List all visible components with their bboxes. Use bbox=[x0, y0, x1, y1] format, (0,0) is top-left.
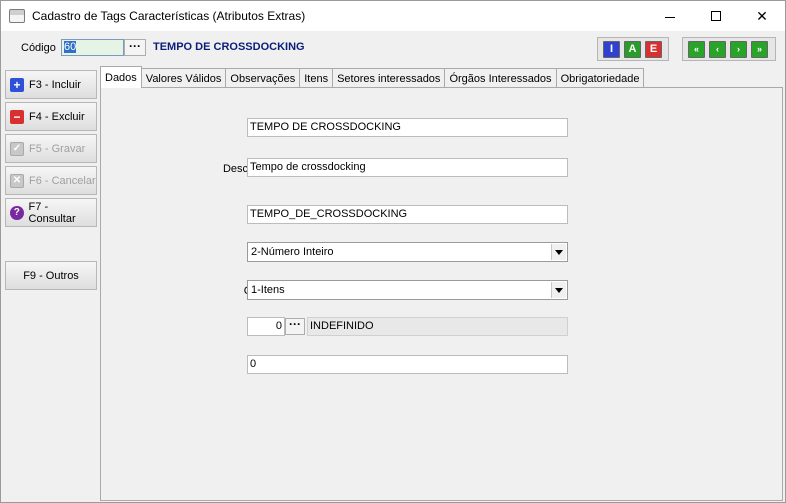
tab-itens[interactable]: Itens bbox=[299, 68, 334, 88]
tag-field[interactable]: TEMPO_DE_CROSSDOCKING bbox=[247, 205, 568, 224]
destino-select[interactable]: 1-Itens bbox=[247, 280, 568, 300]
cancel-icon: ✕ bbox=[10, 173, 24, 188]
prev-record-button[interactable]: ‹ bbox=[709, 40, 726, 58]
others-button[interactable]: F9 - Outros bbox=[5, 261, 97, 290]
title-bar: Cadastro de Tags Características (Atribu… bbox=[1, 1, 785, 31]
navigation-toolbar: « ‹ › » bbox=[682, 37, 776, 61]
cancel-button[interactable]: ✕ F6 - Cancelar bbox=[5, 166, 97, 195]
chevron-down-icon[interactable] bbox=[551, 244, 566, 260]
app-window: Cadastro de Tags Características (Atribu… bbox=[0, 0, 786, 503]
tipo-value: 2-Número Inteiro bbox=[251, 246, 334, 258]
padrao-field[interactable]: 0 bbox=[247, 355, 568, 374]
alter-mode-button[interactable]: A bbox=[624, 40, 641, 58]
tab-dados[interactable]: Dados bbox=[100, 66, 142, 88]
tab-obrigatoriedade[interactable]: Obrigatoriedade bbox=[555, 68, 645, 88]
others-label: F9 - Outros bbox=[23, 269, 79, 282]
include-button[interactable]: + F3 - Incluir bbox=[5, 70, 97, 99]
close-button[interactable]: ✕ bbox=[739, 1, 785, 31]
mode-toolbar: I A E bbox=[597, 37, 669, 61]
first-record-button[interactable]: « bbox=[688, 40, 705, 58]
insert-mode-button[interactable]: I bbox=[603, 40, 620, 58]
minus-icon: − bbox=[10, 109, 24, 124]
app-icon bbox=[9, 9, 25, 23]
tab-bar: Dados Valores Válidos Observações Itens … bbox=[100, 66, 645, 88]
maximize-icon bbox=[711, 11, 721, 21]
descricao-field[interactable]: TEMPO DE CROSSDOCKING bbox=[247, 118, 568, 137]
minimize-icon bbox=[665, 16, 675, 18]
maximize-button[interactable] bbox=[693, 1, 739, 31]
descricao-integ-field[interactable]: Tempo de crossdocking bbox=[247, 158, 568, 177]
tab-setores-interessados[interactable]: Setores interessados bbox=[332, 68, 446, 88]
tipo-select[interactable]: 2-Número Inteiro bbox=[247, 242, 568, 262]
grupo-description: INDEFINIDO bbox=[307, 317, 568, 336]
cancel-label: F6 - Cancelar bbox=[29, 174, 96, 187]
tab-panel-dados: Descrição TEMPO DE CROSSDOCKING Descriçã… bbox=[100, 87, 783, 501]
chevron-down-icon[interactable] bbox=[551, 282, 566, 298]
action-sidebar: + F3 - Incluir − F4 - Excluir ✓ F5 - Gra… bbox=[4, 68, 98, 502]
close-icon: ✕ bbox=[756, 7, 768, 24]
save-button[interactable]: ✓ F5 - Gravar bbox=[5, 134, 97, 163]
code-label: Código bbox=[21, 42, 56, 54]
plus-icon: + bbox=[10, 77, 24, 92]
next-record-button[interactable]: › bbox=[730, 40, 747, 58]
code-lookup-button[interactable]: ··· bbox=[124, 39, 146, 56]
last-record-button[interactable]: » bbox=[751, 40, 768, 58]
minimize-button[interactable] bbox=[647, 1, 693, 31]
search-button[interactable]: ? F7 - Consultar bbox=[5, 198, 97, 227]
window-title: Cadastro de Tags Características (Atribu… bbox=[32, 9, 306, 23]
tab-orgaos-interessados[interactable]: Órgãos Interessados bbox=[444, 68, 557, 88]
include-label: F3 - Incluir bbox=[29, 78, 81, 91]
code-value: 60 bbox=[64, 41, 77, 53]
destino-value: 1-Itens bbox=[251, 284, 285, 296]
grupo-field[interactable]: 0 bbox=[247, 317, 285, 336]
delete-mode-button[interactable]: E bbox=[645, 40, 662, 58]
search-label: F7 - Consultar bbox=[28, 200, 76, 225]
check-icon: ✓ bbox=[10, 141, 24, 156]
question-icon: ? bbox=[10, 205, 24, 220]
tab-valores-validos[interactable]: Valores Válidos bbox=[140, 68, 227, 88]
grupo-lookup-button[interactable]: ··· bbox=[285, 318, 305, 335]
code-input[interactable]: 60 bbox=[61, 39, 124, 56]
delete-button[interactable]: − F4 - Excluir bbox=[5, 102, 97, 131]
delete-label: F4 - Excluir bbox=[29, 110, 85, 123]
code-description: TEMPO DE CROSSDOCKING bbox=[153, 41, 305, 53]
tab-observacoes[interactable]: Observações bbox=[225, 68, 301, 88]
save-label: F5 - Gravar bbox=[29, 142, 86, 155]
